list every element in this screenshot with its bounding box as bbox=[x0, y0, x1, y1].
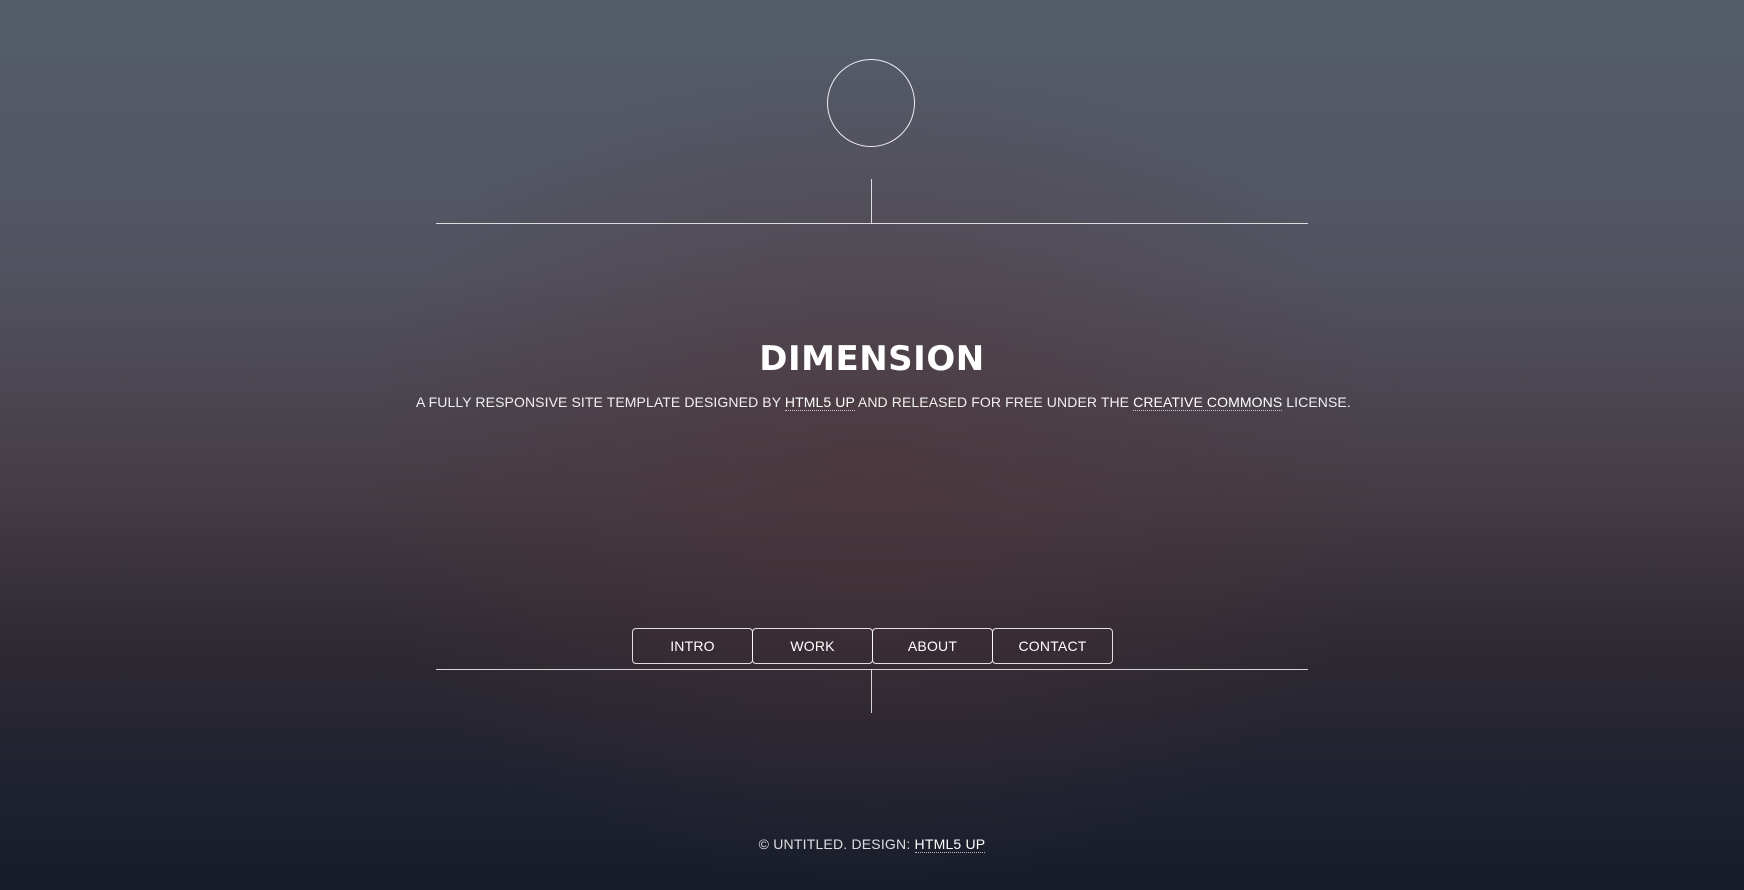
nav-work-button[interactable]: WORK bbox=[752, 628, 873, 664]
creative-commons-link[interactable]: CREATIVE COMMONS bbox=[1133, 394, 1283, 411]
subtitle-text-middle: AND RELEASED FOR FREE UNDER THE bbox=[854, 394, 1134, 410]
bottom-divider-line bbox=[436, 669, 1308, 670]
nav-intro-button[interactable]: INTRO bbox=[632, 628, 753, 664]
subtitle-text-before: A FULLY RESPONSIVE SITE TEMPLATE DESIGNE… bbox=[416, 394, 785, 410]
footer-copyright: © UNTITLED. DESIGN: bbox=[758, 836, 915, 852]
site-subtitle: A FULLY RESPONSIVE SITE TEMPLATE DESIGNE… bbox=[416, 392, 1351, 412]
nav-contact-button[interactable]: CONTACT bbox=[992, 628, 1113, 664]
circle-logo-icon bbox=[827, 59, 915, 147]
nav-about-button[interactable]: ABOUT bbox=[872, 628, 993, 664]
footer: © UNTITLED. DESIGN: HTML5 UP bbox=[0, 834, 1744, 854]
html5up-link[interactable]: HTML5 UP bbox=[784, 394, 855, 411]
main-nav: INTRO WORK ABOUT CONTACT bbox=[632, 628, 1113, 664]
header-content: DIMENSION A FULLY RESPONSIVE SITE TEMPLA… bbox=[416, 224, 1351, 669]
subtitle-text-after: LICENSE. bbox=[1282, 394, 1351, 410]
top-connector-line bbox=[871, 179, 872, 223]
site-title: DIMENSION bbox=[759, 339, 985, 379]
bottom-connector-line bbox=[871, 669, 872, 713]
footer-design-link[interactable]: HTML5 UP bbox=[914, 836, 986, 853]
page: DIMENSION A FULLY RESPONSIVE SITE TEMPLA… bbox=[0, 0, 1744, 890]
